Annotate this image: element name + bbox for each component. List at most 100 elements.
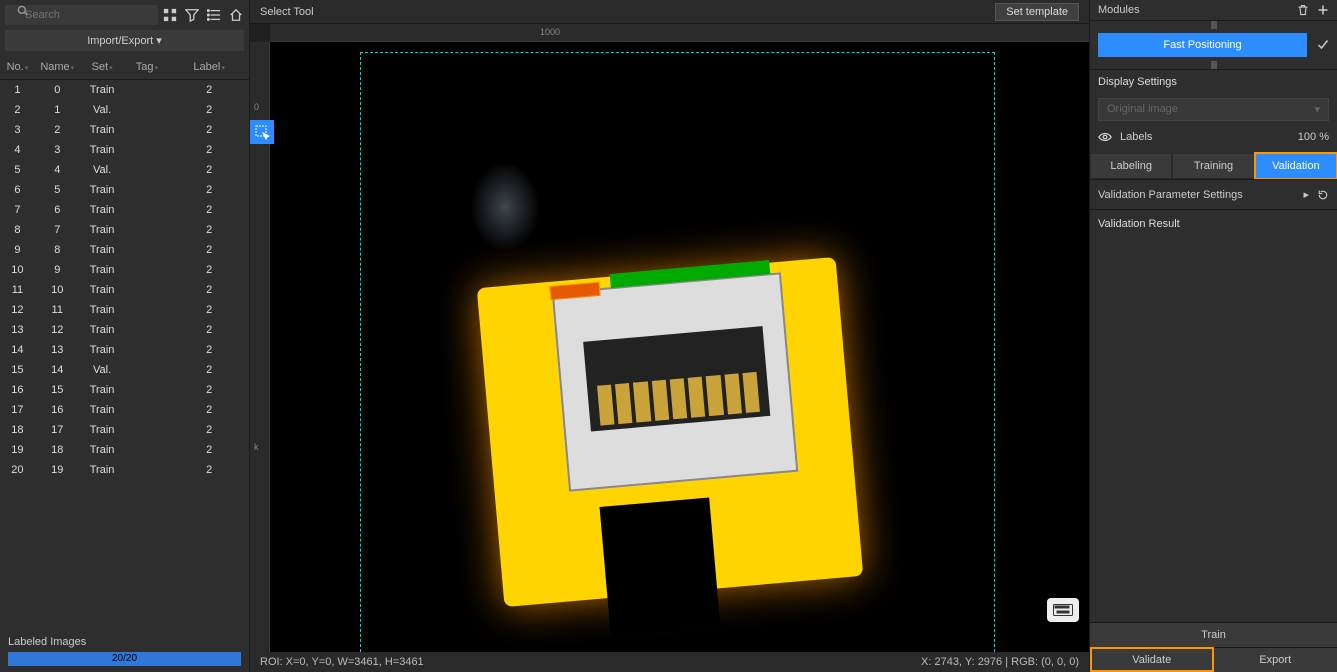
image-subject [480, 212, 860, 602]
cell-tag [124, 400, 169, 420]
cell-tag [124, 340, 169, 360]
set-template-button[interactable]: Set template [995, 3, 1079, 21]
delete-module-icon[interactable] [1297, 4, 1309, 16]
cell-label: 2 [169, 420, 249, 440]
table-row[interactable]: 1817Train2 [0, 420, 249, 440]
table-row[interactable]: 1918Train2 [0, 440, 249, 460]
cell-name: 4 [35, 160, 80, 180]
validation-result-title: Validation Result [1090, 209, 1337, 238]
labeled-images-title: Labeled Images [8, 636, 241, 648]
cell-label: 2 [169, 320, 249, 340]
col-set[interactable]: Set▾ [80, 55, 125, 80]
cell-label: 2 [169, 380, 249, 400]
cell-label: 2 [169, 180, 249, 200]
roi-info: ROI: X=0, Y=0, W=3461, H=3461 [260, 656, 424, 668]
table-row[interactable]: 32Train2 [0, 120, 249, 140]
export-button[interactable]: Export [1214, 647, 1337, 672]
cell-set: Train [80, 80, 125, 101]
cell-set: Train [80, 400, 125, 420]
module-fast-positioning-button[interactable]: Fast Positioning [1098, 33, 1307, 57]
cell-set: Train [80, 320, 125, 340]
cell-tag [124, 440, 169, 460]
cell-set: Train [80, 340, 125, 360]
cell-tag [124, 100, 169, 120]
table-row[interactable]: 21Val.2 [0, 100, 249, 120]
cell-tag [124, 160, 169, 180]
cell-name: 19 [35, 460, 80, 480]
list-icon[interactable] [206, 7, 222, 23]
table-row[interactable]: 1514Val.2 [0, 360, 249, 380]
col-name[interactable]: Name▾ [35, 55, 80, 80]
cell-no: 7 [0, 200, 35, 220]
cell-set: Train [80, 180, 125, 200]
home-icon[interactable] [228, 7, 244, 23]
keyboard-icon[interactable] [1047, 598, 1079, 622]
image-stage[interactable] [270, 42, 1089, 652]
cell-no: 17 [0, 400, 35, 420]
grid-view-icon[interactable] [162, 7, 178, 23]
cell-no: 10 [0, 260, 35, 280]
table-row[interactable]: 43Train2 [0, 140, 249, 160]
cell-tag [124, 380, 169, 400]
col-no[interactable]: No.▾ [0, 55, 35, 80]
cell-tag [124, 420, 169, 440]
modules-title: Modules [1098, 4, 1140, 16]
col-tag[interactable]: Tag▾ [124, 55, 169, 80]
table-row[interactable]: 10Train2 [0, 80, 249, 101]
table-row[interactable]: 1413Train2 [0, 340, 249, 360]
table-row[interactable]: 54Val.2 [0, 160, 249, 180]
table-row[interactable]: 98Train2 [0, 240, 249, 260]
ruler-horizontal: 1000 [270, 24, 1089, 42]
cell-no: 9 [0, 240, 35, 260]
select-tool-label: Select Tool [260, 6, 314, 18]
add-module-icon[interactable] [1317, 4, 1329, 16]
table-row[interactable]: 65Train2 [0, 180, 249, 200]
cell-label: 2 [169, 100, 249, 120]
import-export-dropdown[interactable]: Import/Export ▾ [5, 30, 244, 51]
labeled-progress-bar: 20/20 [8, 652, 241, 666]
tab-labeling[interactable]: Labeling [1090, 153, 1172, 179]
cell-set: Train [80, 140, 125, 160]
table-row[interactable]: 1211Train2 [0, 300, 249, 320]
filter-icon[interactable] [184, 7, 200, 23]
cell-tag [124, 120, 169, 140]
cell-no: 14 [0, 340, 35, 360]
cell-set: Val. [80, 360, 125, 380]
table-row[interactable]: 76Train2 [0, 200, 249, 220]
table-row[interactable]: 109Train2 [0, 260, 249, 280]
cell-no: 16 [0, 380, 35, 400]
reset-icon[interactable] [1317, 189, 1329, 201]
cell-name: 6 [35, 200, 80, 220]
expand-right-icon[interactable]: ▸ [1303, 188, 1309, 201]
cell-set: Train [80, 240, 125, 260]
eye-icon[interactable] [1098, 132, 1112, 142]
table-row[interactable]: 1312Train2 [0, 320, 249, 340]
table-row[interactable]: 1716Train2 [0, 400, 249, 420]
cell-no: 1 [0, 80, 35, 101]
cell-set: Train [80, 280, 125, 300]
canvas-area[interactable]: 1000 0 k [250, 24, 1089, 652]
train-button[interactable]: Train [1090, 622, 1337, 647]
cell-label: 2 [169, 460, 249, 480]
col-label[interactable]: Label▾ [169, 55, 249, 80]
viewport-toolbar: Select Tool Set template [250, 0, 1089, 24]
table-row[interactable]: 2019Train2 [0, 460, 249, 480]
cell-name: 10 [35, 280, 80, 300]
cell-name: 13 [35, 340, 80, 360]
table-row[interactable]: 1110Train2 [0, 280, 249, 300]
table-row[interactable]: 1615Train2 [0, 380, 249, 400]
cell-name: 0 [35, 80, 80, 101]
cell-no: 19 [0, 440, 35, 460]
tab-training[interactable]: Training [1172, 153, 1254, 179]
cell-name: 3 [35, 140, 80, 160]
validate-button[interactable]: Validate [1090, 647, 1214, 672]
module-check-icon[interactable] [1317, 39, 1329, 51]
table-row[interactable]: 87Train2 [0, 220, 249, 240]
cell-set: Train [80, 120, 125, 140]
cell-no: 4 [0, 140, 35, 160]
cell-no: 18 [0, 420, 35, 440]
roi-tool-icon[interactable] [250, 120, 274, 144]
tab-validation[interactable]: Validation [1255, 153, 1337, 179]
cell-tag [124, 180, 169, 200]
cell-label: 2 [169, 260, 249, 280]
